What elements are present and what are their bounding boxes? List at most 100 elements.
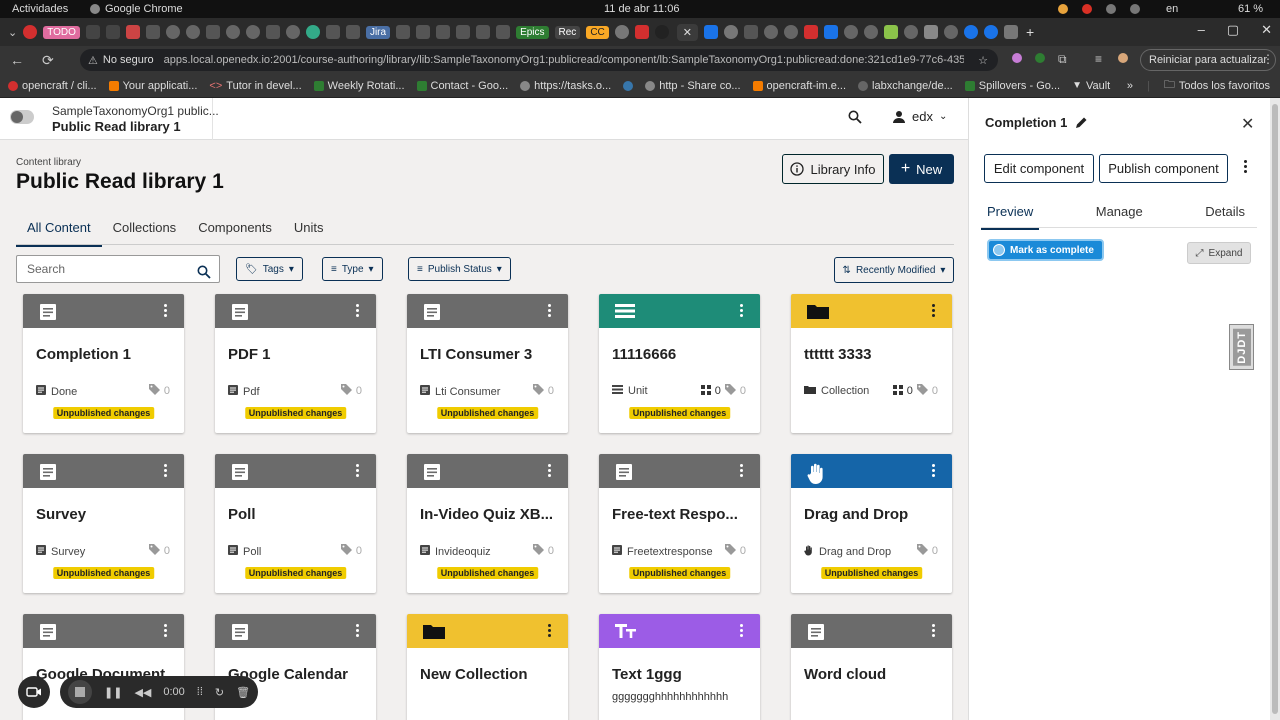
header-library-title[interactable]: Public Read library 1 [52, 119, 181, 134]
tab-favicon[interactable] [436, 25, 451, 39]
sort-button[interactable]: ⇅ Recently Modified ▾ [834, 257, 954, 283]
card-menu-icon[interactable] [164, 304, 168, 318]
url-text[interactable]: apps.local.openedx.io:2001/course-author… [164, 54, 964, 66]
profile-avatar[interactable] [1118, 53, 1128, 63]
edit-pencil-icon[interactable] [1075, 116, 1088, 129]
reload-icon[interactable]: ⟳ [42, 52, 54, 69]
tab-favicon[interactable] [983, 25, 998, 39]
bookmark-item[interactable]: labxchange/de... [858, 80, 953, 92]
back-icon[interactable]: ← [10, 52, 24, 69]
django-debug-toolbar-handle[interactable]: DJDT [1229, 324, 1254, 370]
user-menu[interactable]: edx ⌄ [892, 109, 947, 124]
library-card[interactable]: Poll Poll 0 Unpublished changes [215, 454, 376, 593]
tab-favicon[interactable] [743, 25, 758, 39]
card-menu-icon[interactable] [932, 464, 936, 478]
library-card[interactable]: Drag and Drop Drag and Drop 0 Unpublished c… [791, 454, 952, 593]
bookmark-item[interactable] [623, 80, 634, 91]
camera-toggle[interactable] [18, 676, 50, 708]
trash-icon[interactable]: 🗑 [236, 686, 250, 699]
library-card[interactable]: Survey Survey 0 Unpublished changes [23, 454, 184, 593]
sidebar-toggle[interactable] [10, 110, 34, 124]
bookmark-item[interactable]: Spillovers - Go... [964, 80, 1060, 92]
library-card[interactable]: Word cloud [791, 614, 952, 720]
tab-all-content[interactable]: All Content [16, 216, 102, 247]
card-menu-icon[interactable] [740, 624, 744, 638]
tab-cc[interactable]: CC [586, 25, 609, 39]
tab-favicon[interactable] [85, 25, 100, 39]
library-card[interactable]: LTI Consumer 3 Lti Consumer 0 Unpublished c… [407, 294, 568, 433]
search-icon[interactable] [197, 262, 211, 288]
security-label[interactable]: No seguro [103, 54, 154, 66]
tab-favicon[interactable] [225, 25, 240, 39]
bookmark-star-icon[interactable]: ☆ [978, 54, 988, 67]
window-close-icon[interactable]: ✕ [1261, 22, 1272, 38]
library-card[interactable]: PDF 1 Pdf 0 Unpublished changes [215, 294, 376, 433]
tab-favicon[interactable] [416, 25, 431, 39]
expand-button[interactable]: ⤢ Expand [1187, 242, 1251, 264]
tab-favicon[interactable] [634, 25, 649, 39]
bookmark-item[interactable]: <> Tutor in devel... [209, 80, 301, 92]
card-menu-icon[interactable] [548, 304, 552, 318]
system-tray[interactable] [1058, 4, 1140, 14]
bookmark-item[interactable]: opencraft / cli... [8, 80, 97, 92]
active-tab-close-icon[interactable]: ✕ [676, 23, 698, 41]
tab-favicon[interactable] [923, 25, 938, 39]
battery-indicator[interactable]: 61 % [1238, 3, 1263, 15]
tab-favicon[interactable] [496, 25, 511, 39]
card-menu-icon[interactable] [932, 624, 936, 638]
card-menu-icon[interactable] [932, 304, 936, 318]
tab-favicon[interactable] [654, 25, 669, 39]
publish-component-button[interactable]: Publish component [1099, 154, 1228, 183]
tab-favicon[interactable] [614, 25, 629, 39]
library-card[interactable]: Text 1ggg ggggggghhhhhhhhhhhh [599, 614, 760, 720]
restart-icon[interactable]: ↻ [215, 686, 224, 699]
card-menu-icon[interactable] [356, 624, 360, 638]
library-card[interactable]: New Collection [407, 614, 568, 720]
tab-todo[interactable]: TODO [43, 25, 80, 39]
address-bar[interactable]: ⚠ No seguro apps.local.openedx.io:2001/c… [80, 49, 998, 71]
tab-favicon[interactable] [943, 25, 958, 39]
tab-favicon[interactable] [863, 25, 878, 39]
tab-favicon[interactable] [23, 25, 38, 39]
stop-recording-button[interactable] [68, 680, 92, 704]
bookmark-item[interactable]: https://tasks.o... [520, 80, 611, 92]
card-menu-icon[interactable] [356, 464, 360, 478]
card-menu-icon[interactable] [740, 464, 744, 478]
language-indicator[interactable]: en [1166, 3, 1178, 15]
tab-favicon[interactable] [763, 25, 778, 39]
bookmark-item[interactable]: Your applicati... [108, 80, 197, 92]
tab-favicon[interactable] [803, 25, 818, 39]
all-bookmarks-button[interactable]: 🗀 Todos los favoritos [1164, 76, 1270, 95]
card-menu-icon[interactable] [164, 624, 168, 638]
new-tab-icon[interactable]: + [1026, 24, 1034, 40]
bookmarks-overflow-icon[interactable]: » [1127, 80, 1133, 92]
tab-epics[interactable]: Epics [516, 25, 549, 39]
tab-rec[interactable]: Rec [554, 25, 581, 39]
pause-icon[interactable]: ❚❚ [104, 686, 122, 699]
card-menu-icon[interactable] [740, 304, 744, 318]
library-info-button[interactable]: Library Info [782, 154, 884, 184]
tab-favicon[interactable] [265, 25, 280, 39]
browser-menu-icon[interactable]: ⋮ [1262, 52, 1274, 66]
tab-favicon[interactable] [125, 25, 140, 39]
tab-jira[interactable]: Jira [365, 25, 391, 39]
extensions-puzzle-icon[interactable]: ⧉ [1058, 52, 1067, 67]
tab-favicon[interactable] [105, 25, 120, 39]
library-card[interactable]: 11116666 Unit 0 0 Unpublished changes [599, 294, 760, 433]
tab-favicon[interactable] [883, 25, 898, 39]
tab-collections[interactable]: Collections [102, 216, 188, 247]
tab-units[interactable]: Units [283, 216, 335, 247]
clock[interactable]: 11 de abr 11:06 [604, 3, 679, 15]
edit-component-button[interactable]: Edit component [984, 154, 1094, 183]
sidebar-more-icon[interactable] [1244, 160, 1247, 175]
minimize-icon[interactable]: – [1198, 22, 1205, 38]
scrollbar-thumb[interactable] [1272, 104, 1278, 714]
bookmark-item[interactable]: Weekly Rotati... [313, 80, 405, 92]
grid-icon[interactable]: ⁞⁞ [197, 686, 203, 698]
tab-favicon[interactable] [783, 25, 798, 39]
publish-status-filter-button[interactable]: ≡ Publish Status ▾ [408, 257, 511, 281]
media-icon[interactable]: ≡ [1095, 52, 1102, 66]
tab-favicon[interactable] [963, 25, 978, 39]
tab-favicon[interactable] [305, 25, 320, 39]
page-scrollbar[interactable] [1270, 98, 1280, 720]
